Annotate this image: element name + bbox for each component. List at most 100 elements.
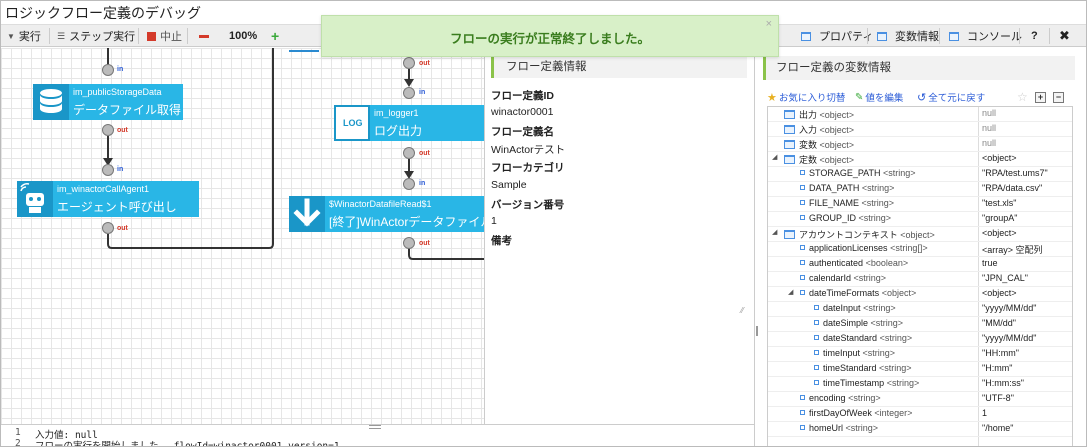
variable-row[interactable]: ◢ 定数 <object> <object> (768, 152, 1072, 167)
variable-name-text: encoding (809, 393, 846, 403)
reset-all-button[interactable]: ↺ 全て元に戻す (917, 90, 985, 105)
undo-icon: ↺ (917, 91, 927, 104)
variable-row[interactable]: encoding <string> "UTF-8" (768, 392, 1072, 407)
variable-name: 定数 <object> (784, 153, 854, 166)
divider (1049, 28, 1050, 44)
in-label: in (419, 89, 426, 96)
splitter-handle[interactable] (756, 326, 758, 336)
variable-row[interactable]: dateSimple <string> "MM/dd" (768, 317, 1072, 332)
variable-row[interactable]: GROUP_ID <string> "groupA" (768, 212, 1072, 227)
console-splitter-handle[interactable] (369, 425, 381, 429)
favorite-toggle-button[interactable]: ★ お気に入り切替 (767, 90, 845, 105)
resize-grip-icon[interactable]: ⁄⁄ (741, 306, 744, 315)
out-port[interactable] (403, 147, 415, 159)
flow-info-panel: フロー定義情報 フロー定義ID winactor0001 フロー定義名 WinA… (484, 48, 754, 424)
field-icon (800, 170, 805, 175)
variable-name: timeTimestamp <string> (814, 378, 919, 388)
in-port[interactable] (403, 87, 415, 99)
variables-grid[interactable]: 出力 <object> null 入力 <object> null 変数 <object… (767, 106, 1073, 446)
node-logger[interactable]: LOG im_logger1 ログ出力 (334, 105, 484, 141)
variable-type: <string> (845, 423, 879, 433)
variable-row[interactable]: calendarId <string> "JPN_CAL" (768, 272, 1072, 287)
variable-name-text: アカウントコンテキスト (799, 230, 898, 240)
variable-value: "RPA/data.csv" (982, 183, 1043, 193)
variable-name: firstDayOfWeek <integer> (800, 408, 912, 418)
variable-row[interactable]: STORAGE_PATH <string> "RPA/test.ums7" (768, 167, 1072, 182)
variable-row[interactable]: 出力 <object> null (768, 107, 1072, 122)
properties-button[interactable]: プロパティ (801, 28, 873, 44)
variable-type: <object> (819, 140, 855, 150)
flow-canvas[interactable]: in im_publicStorageData データファイル取得 out in… (1, 48, 484, 424)
zoom-in-button[interactable]: + (271, 28, 279, 44)
flow-note-label: 備考 (491, 235, 512, 247)
step-run-button[interactable]: ☰ ステップ実行 (57, 28, 135, 44)
variable-name: timeInput <string> (814, 348, 895, 358)
zoom-out-button[interactable] (199, 28, 209, 44)
favorite-star-icon[interactable]: ☆ (1017, 90, 1028, 104)
variable-row[interactable]: 変数 <object> null (768, 137, 1072, 152)
variable-value: null (982, 123, 997, 133)
variable-value: "test.xls" (982, 198, 1017, 208)
variable-row[interactable]: timeInput <string> "HH:mm" (768, 347, 1072, 362)
variable-row[interactable]: dateStandard <string> "yyyy/MM/dd" (768, 332, 1072, 347)
variable-row[interactable]: timeStandard <string> "H:mm" (768, 362, 1072, 377)
expand-all-button[interactable]: + (1035, 90, 1046, 104)
variable-value: "H:mm:ss" (982, 378, 1024, 388)
variable-value: "groupA" (982, 213, 1018, 223)
variable-row[interactable]: applicationLicenses <string[]> <array> 空配… (768, 242, 1072, 257)
variable-row[interactable]: homeUrl <string> "/home" (768, 422, 1072, 437)
edit-value-button[interactable]: ✎ 値を編集 (855, 90, 903, 105)
variable-name-text: firstDayOfWeek (809, 408, 872, 418)
flow-version-label: バージョン番号 (491, 199, 565, 211)
variable-name-text: authenticated (809, 258, 864, 268)
close-panel-button[interactable]: ✖ (1059, 28, 1070, 44)
variable-name-text: 定数 (799, 155, 818, 165)
variable-row[interactable]: DATA_PATH <string> "RPA/data.csv" (768, 182, 1072, 197)
in-port[interactable] (403, 178, 415, 190)
variable-row[interactable]: 入力 <object> null (768, 122, 1072, 137)
variable-name-text: dateSimple (823, 318, 869, 328)
collapse-all-button[interactable]: − (1053, 90, 1064, 104)
zoom-level: 100% (229, 30, 258, 42)
run-button[interactable]: ▼ 実行 (7, 28, 41, 44)
divider (1019, 28, 1020, 44)
help-button[interactable]: ? (1031, 28, 1038, 44)
variable-row[interactable]: timeTimestamp <string> "H:mm:ss" (768, 377, 1072, 392)
variables-button[interactable]: 変数情報 (877, 28, 939, 44)
expand-toggle-icon[interactable]: ◢ (788, 288, 793, 296)
variable-name: DATA_PATH <string> (800, 183, 894, 193)
variable-row[interactable]: authenticated <boolean> true (768, 257, 1072, 272)
step-icon: ☰ (57, 30, 66, 41)
expand-toggle-icon[interactable]: ◢ (772, 228, 777, 236)
variable-value: <object> (982, 153, 1017, 163)
variable-row[interactable]: firstDayOfWeek <integer> 1 (768, 407, 1072, 422)
variable-value: "HH:mm" (982, 348, 1019, 358)
console-button[interactable]: コンソール (949, 28, 1022, 44)
variable-row[interactable]: dateInput <string> "yyyy/MM/dd" (768, 302, 1072, 317)
variable-value: "UTF-8" (982, 393, 1014, 403)
variable-value: null (982, 108, 997, 118)
out-port[interactable] (403, 57, 415, 69)
variable-row[interactable]: ◢ dateTimeFormats <object> <object> (768, 287, 1072, 302)
play-icon: ▼ (7, 31, 15, 41)
download-arrow-icon (289, 196, 325, 232)
variable-type: <string> (853, 273, 887, 283)
variable-name-text: timeStandard (823, 363, 877, 373)
node-datafile-read[interactable]: $WinactorDatafileRead$1 [終了]WinActorデータフ… (289, 196, 484, 232)
variable-row[interactable]: FILE_NAME <string> "test.xls" (768, 197, 1072, 212)
out-port[interactable] (403, 237, 415, 249)
variable-type: <string> (870, 318, 904, 328)
variable-name: homeUrl <string> (800, 423, 878, 433)
variable-row[interactable]: ◢ アカウントコンテキスト <object> <object> (768, 227, 1072, 242)
variable-name-text: STORAGE_PATH (809, 168, 881, 178)
expand-toggle-icon[interactable]: ◢ (772, 153, 777, 161)
plus-box-icon: + (1035, 91, 1046, 103)
success-notification: フローの実行が正常終了しました。 × (321, 15, 779, 57)
star-icon: ★ (767, 91, 777, 104)
variable-name: authenticated <boolean> (800, 258, 908, 268)
toast-close-icon[interactable]: × (766, 18, 772, 30)
variable-value: "JPN_CAL" (982, 273, 1028, 283)
variable-value: 1 (982, 408, 988, 418)
divider (49, 28, 50, 44)
stop-button[interactable]: 中止 (147, 28, 182, 44)
